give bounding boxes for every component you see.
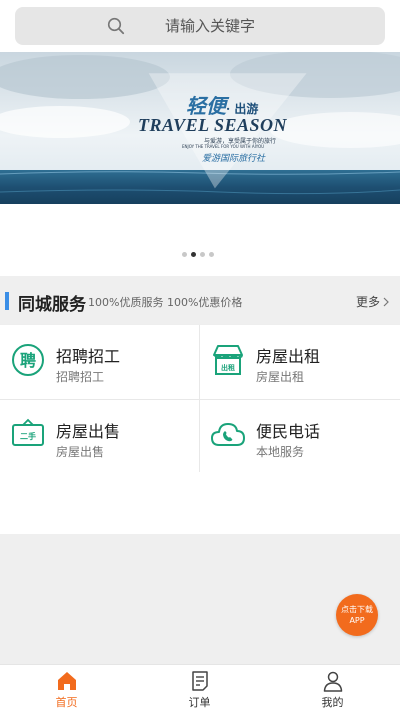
home-icon [58,672,76,690]
carousel-dot[interactable] [182,252,187,257]
service-subtitle: 房屋出租 [256,370,305,384]
content-spacer [0,472,400,534]
second-hand-icon: 二手 [12,418,44,446]
banner-title: TRAVEL SEASON [138,115,288,135]
banner-carousel[interactable]: 轻便· 出游 TRAVEL SEASON 与爱游，享受属于你的旅行 ENJOY … [0,52,400,204]
tab-label: 首页 [55,696,78,709]
service-subtitle: 本地服务 [256,445,305,459]
carousel-dots [182,252,214,257]
carousel-dot[interactable] [209,252,214,257]
section-title: 同城服务 [18,295,86,315]
banner-brand: 爱游国际旅行社 [202,154,266,164]
service-item-phone[interactable]: 便民电话 本地服务 [200,400,399,473]
tab-profile[interactable]: 我的 [266,665,399,711]
order-icon [192,671,208,691]
service-title: 房屋出租 [256,347,321,366]
tab-home[interactable]: 首页 [0,665,133,711]
house-rent-icon: 出租 [213,345,243,375]
tab-orders[interactable]: 订单 [133,665,266,711]
service-item-house-rent[interactable]: 出租 房屋出租 房屋出租 [200,325,399,398]
chevron-right-icon [383,297,389,306]
section-header: 同城服务 100%优质服务 100%优惠价格 更多 [0,280,400,322]
grid-divider [0,399,400,400]
banner-headline-suffix: · 出游 [226,102,259,116]
service-subtitle: 招聘招工 [56,370,105,384]
service-title: 房屋出售 [56,422,121,441]
service-item-house-sale[interactable]: 二手 房屋出售 房屋出售 [0,400,199,473]
bottom-tab-bar: 首页 订单 我的 [0,664,400,711]
more-link[interactable]: 更多 [356,293,390,310]
carousel-dot-active[interactable] [191,252,196,257]
service-item-recruit[interactable]: 聘 招聘招工 招聘招工 [0,325,199,398]
service-title: 便民电话 [256,422,321,441]
service-grid: 聘 招聘招工 招聘招工 出租 房屋出租 房屋出租 二手 房屋出售 房屋出售 便民… [0,324,400,473]
carousel-dot[interactable] [200,252,205,257]
search-icon [107,17,125,35]
search-input[interactable] [165,16,365,36]
svg-text:聘: 聘 [20,351,36,370]
recruit-icon: 聘 [12,344,44,376]
svg-text:出租: 出租 [221,363,235,372]
section-accent-bar [5,292,9,310]
svg-text:二手: 二手 [20,431,36,441]
tab-label: 订单 [188,696,211,709]
tab-label: 我的 [321,696,344,709]
phone-cloud-icon [211,423,245,446]
user-icon [323,671,343,692]
search-header [0,0,400,52]
service-subtitle: 房屋出售 [56,445,105,459]
banner-subtitle-en: ENJOY THE TRAVEL FOR YOU WITH AIYOU [182,144,265,149]
download-app-button[interactable]: 点击下载APP [336,594,378,636]
more-label: 更多 [355,295,380,309]
section-desc: 100%优质服务 100%优惠价格 [88,296,243,309]
service-title: 招聘招工 [56,347,121,366]
carousel-indicator-area [0,204,400,276]
search-bar[interactable] [15,7,385,45]
